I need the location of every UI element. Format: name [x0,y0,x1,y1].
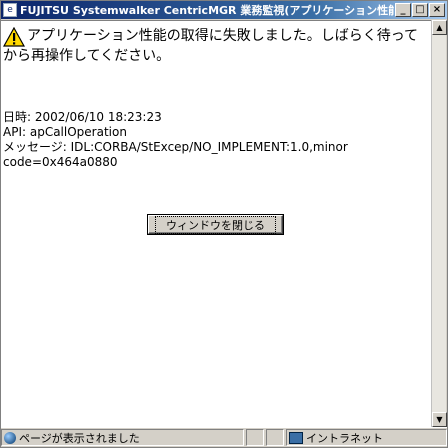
close-button-label: ウィンドウを閉じる [155,215,276,234]
error-text-line1: アプリケーション性能の取得に失敗しました。しばらく待って [27,28,419,44]
detail-api: API: apCallOperation [3,125,127,139]
title-bar[interactable]: e FUJITSU Systemwalker CentricMGR 業務監視(ア… [1,1,447,19]
error-text-line2: から再操作してください。 [3,48,171,64]
vertical-scrollbar[interactable]: ▲ ▼ [431,20,447,427]
close-window-page-button[interactable]: ウィンドウを閉じる [148,215,283,234]
detail-message-line2: code=0x464a0880 [3,155,118,169]
detail-message-line1: メッセージ: IDL:CORBA/StExcep/NO_IMPLEMENT:1.… [3,140,348,154]
scroll-down-arrow-icon[interactable]: ▼ [432,412,447,427]
zone-text: イントラネット [306,431,383,445]
page-content: アプリケーション性能の取得に失敗しました。しばらく待って から再操作してください… [1,20,433,427]
status-pane-2 [266,429,284,446]
detail-datetime: 日時: 2002/06/10 18:23:23 [3,110,162,124]
app-icon: e [3,3,17,17]
warning-icon [3,27,25,47]
maximize-button[interactable]: □ [412,3,428,17]
minimize-button[interactable]: _ [395,3,411,17]
browser-window: e FUJITSU Systemwalker CentricMGR 業務監視(ア… [0,0,448,448]
status-pane-1 [246,429,264,446]
error-message: アプリケーション性能の取得に失敗しました。しばらく待って から再操作してください… [3,27,431,66]
window-title: FUJITSU Systemwalker CentricMGR 業務監視(アプリ… [20,4,394,17]
status-text: ページが表示されました [19,431,140,445]
close-window-button[interactable]: × [429,3,445,17]
page-done-icon [4,431,16,444]
status-bar: ページが表示されました イントラネット [1,427,447,447]
error-details: 日時: 2002/06/10 18:23:23 API: apCallOpera… [3,110,431,170]
scroll-up-arrow-icon[interactable]: ▲ [432,20,447,35]
intranet-zone-icon [289,431,303,444]
